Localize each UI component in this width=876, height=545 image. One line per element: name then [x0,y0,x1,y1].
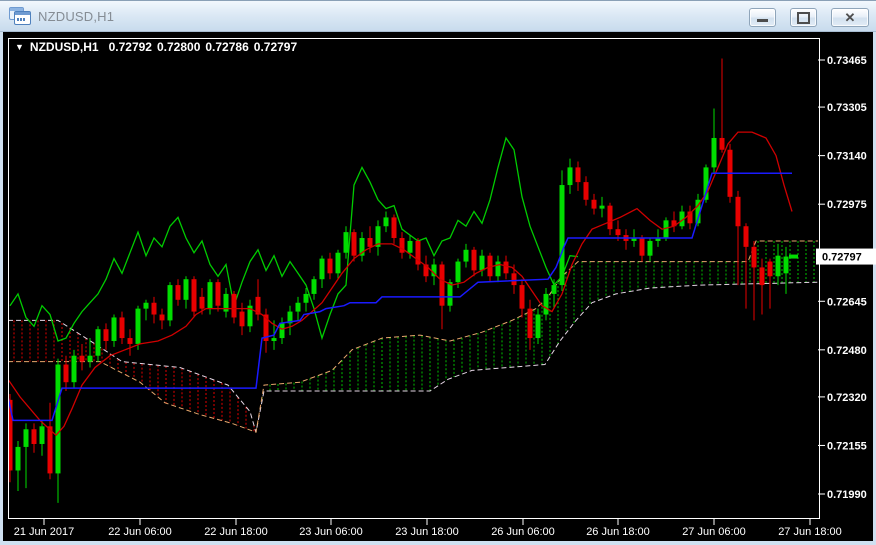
price-axis-label: 0.72320 [827,392,867,404]
time-axis-label: 27 Jun 18:00 [778,526,842,538]
price-chart-canvas[interactable]: 0.734650.733050.731400.729750.728100.726… [0,1,876,545]
bear-candle [192,276,197,317]
time-axis-label: 26 Jun 06:00 [491,526,555,538]
bull-candle [168,282,173,326]
chart-background [3,32,873,541]
chart-info-bar[interactable]: ▼ NZDUSD,H1 0.72792 0.72800 0.72786 0.72797 [15,40,302,54]
price-axis-label: 0.72645 [827,296,867,308]
current-price-tag: 0.72797 [816,249,876,265]
open-value: 0.72792 [109,40,152,54]
close-value: 0.72797 [254,40,297,54]
last-price-marker [789,255,798,259]
price-axis-label: 0.73140 [827,151,867,163]
bull-candle [560,170,565,291]
time-axis-label: 22 Jun 18:00 [204,526,268,538]
price-axis-label: 0.73305 [827,102,867,114]
time-axis-label: 23 Jun 18:00 [395,526,459,538]
minimize-button[interactable] [749,8,776,27]
window-controls: ✕ [749,8,869,27]
price-axis-label: 0.72975 [827,199,867,211]
symbol-timeframe-label: NZDUSD,H1 [30,40,99,54]
maximize-button[interactable] [790,8,817,27]
minimize-icon [757,19,768,22]
bull-candle [136,306,141,350]
price-axis-label: 0.73465 [827,55,867,67]
time-axis-label: 21 Jun 2017 [14,526,75,538]
chart-window-icon [9,7,31,25]
high-value: 0.72800 [157,40,200,54]
symbol-dropdown-icon[interactable]: ▼ [15,42,24,52]
maximize-icon [797,12,810,24]
mt4-chart-window: { "window": { "title": "NZDUSD,H1", "ico… [0,0,876,544]
close-icon: ✕ [845,11,856,24]
window-titlebar[interactable]: NZDUSD,H1 [0,1,876,32]
time-axis-label: 27 Jun 06:00 [682,526,746,538]
price-axis-label: 0.72155 [827,440,867,452]
current-price-text: 0.72797 [822,252,862,264]
price-axis-label: 0.71990 [827,489,867,501]
time-axis-label: 23 Jun 06:00 [299,526,363,538]
time-axis-label: 26 Jun 18:00 [586,526,650,538]
price-axis-label: 0.72480 [827,345,867,357]
time-axis-label: 22 Jun 06:00 [108,526,172,538]
close-button[interactable]: ✕ [831,8,869,27]
window-title: NZDUSD,H1 [38,9,114,24]
low-value: 0.72786 [205,40,248,54]
